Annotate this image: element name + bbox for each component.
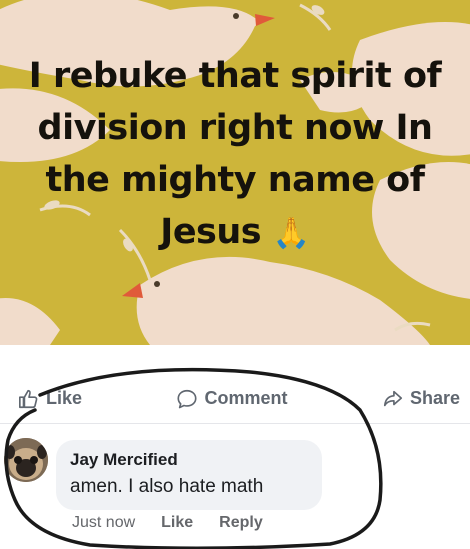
- comment-bubble: Jay Mercified amen. I also hate math: [56, 440, 322, 510]
- share-arrow-icon: [383, 390, 403, 406]
- comment-bubble-icon: [177, 389, 198, 408]
- divider: [0, 345, 470, 359]
- post-caption: I rebuke that spirit of division right n…: [28, 56, 442, 252]
- post-action-bar: Like Comment Share: [0, 374, 470, 424]
- avatar[interactable]: [4, 438, 48, 482]
- comment-meta: Just now Like Reply: [72, 514, 263, 532]
- comment-label: Comment: [204, 388, 288, 408]
- comment: Jay Mercified amen. I also hate math Jus…: [0, 430, 470, 549]
- like-button[interactable]: Like: [18, 388, 82, 410]
- comment-button[interactable]: Comment: [176, 388, 288, 410]
- share-button[interactable]: Share: [382, 388, 460, 410]
- comment-text: amen. I also hate math: [70, 476, 264, 497]
- pug-avatar-icon: [4, 438, 48, 482]
- post-image-text: I rebuke that spirit of division right n…: [18, 50, 452, 260]
- thumbs-up-icon: [19, 389, 38, 408]
- like-label: Like: [46, 388, 83, 408]
- comment-timestamp[interactable]: Just now: [72, 514, 135, 532]
- comment-author[interactable]: Jay Mercified: [70, 450, 308, 470]
- comment-like-button[interactable]: Like: [161, 514, 193, 532]
- post-image[interactable]: I rebuke that spirit of division right n…: [0, 0, 470, 345]
- praying-hands-emoji: 🙏: [272, 216, 310, 251]
- share-label: Share: [409, 388, 460, 408]
- comment-reply-button[interactable]: Reply: [219, 514, 263, 532]
